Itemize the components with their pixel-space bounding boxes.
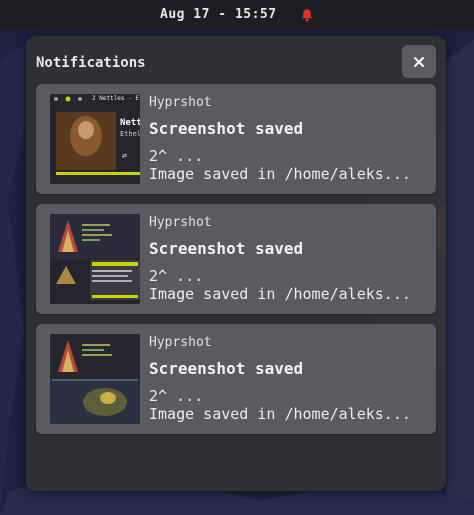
notification-body-line2: Image saved in /home/aleks... xyxy=(149,405,411,423)
close-button[interactable] xyxy=(402,45,436,78)
notification-summary: Screenshot saved xyxy=(149,239,304,258)
notification-thumbnail xyxy=(50,334,140,424)
notification-body-line2: Image saved in /home/aleks... xyxy=(149,165,411,183)
bell-icon[interactable] xyxy=(300,8,314,22)
notification-thumbnail: ⇄ 2 Nettles - E Nett Ethel xyxy=(50,94,140,184)
notification-panel: Notifications ⇄ 2 Nettles - E Nett Ethel… xyxy=(26,36,446,491)
notification-summary: Screenshot saved xyxy=(149,359,304,378)
app-name: Hyprshot xyxy=(149,95,212,110)
thumb-title: 2 Nettles - E xyxy=(92,95,139,102)
notification-card[interactable]: Hyprshot Screenshot saved 2^ ... Image s… xyxy=(36,324,436,434)
notification-body-line1: 2^ ... xyxy=(149,387,204,405)
close-icon xyxy=(414,56,424,67)
notification-card[interactable]: ⇄ 2 Nettles - E Nett Ethel Hyprshot Scre… xyxy=(36,84,436,194)
notification-body-line2: Image saved in /home/aleks... xyxy=(149,285,411,303)
panel-title: Notifications xyxy=(36,55,146,71)
app-name: Hyprshot xyxy=(149,215,212,230)
app-name: Hyprshot xyxy=(149,335,212,350)
svg-text:⇄: ⇄ xyxy=(122,151,127,160)
notification-card[interactable]: Hyprshot Screenshot saved 2^ ... Image s… xyxy=(36,204,436,314)
clock[interactable]: Aug 17 - 15:57 xyxy=(160,7,277,22)
thumb-track: Nett xyxy=(120,118,140,128)
top-bar: Aug 17 - 15:57 xyxy=(0,0,474,30)
notification-summary: Screenshot saved xyxy=(149,119,304,138)
notification-body-line1: 2^ ... xyxy=(149,147,204,165)
notification-thumbnail xyxy=(50,214,140,304)
notification-body-line1: 2^ ... xyxy=(149,267,204,285)
thumb-artist: Ethel xyxy=(120,130,140,138)
